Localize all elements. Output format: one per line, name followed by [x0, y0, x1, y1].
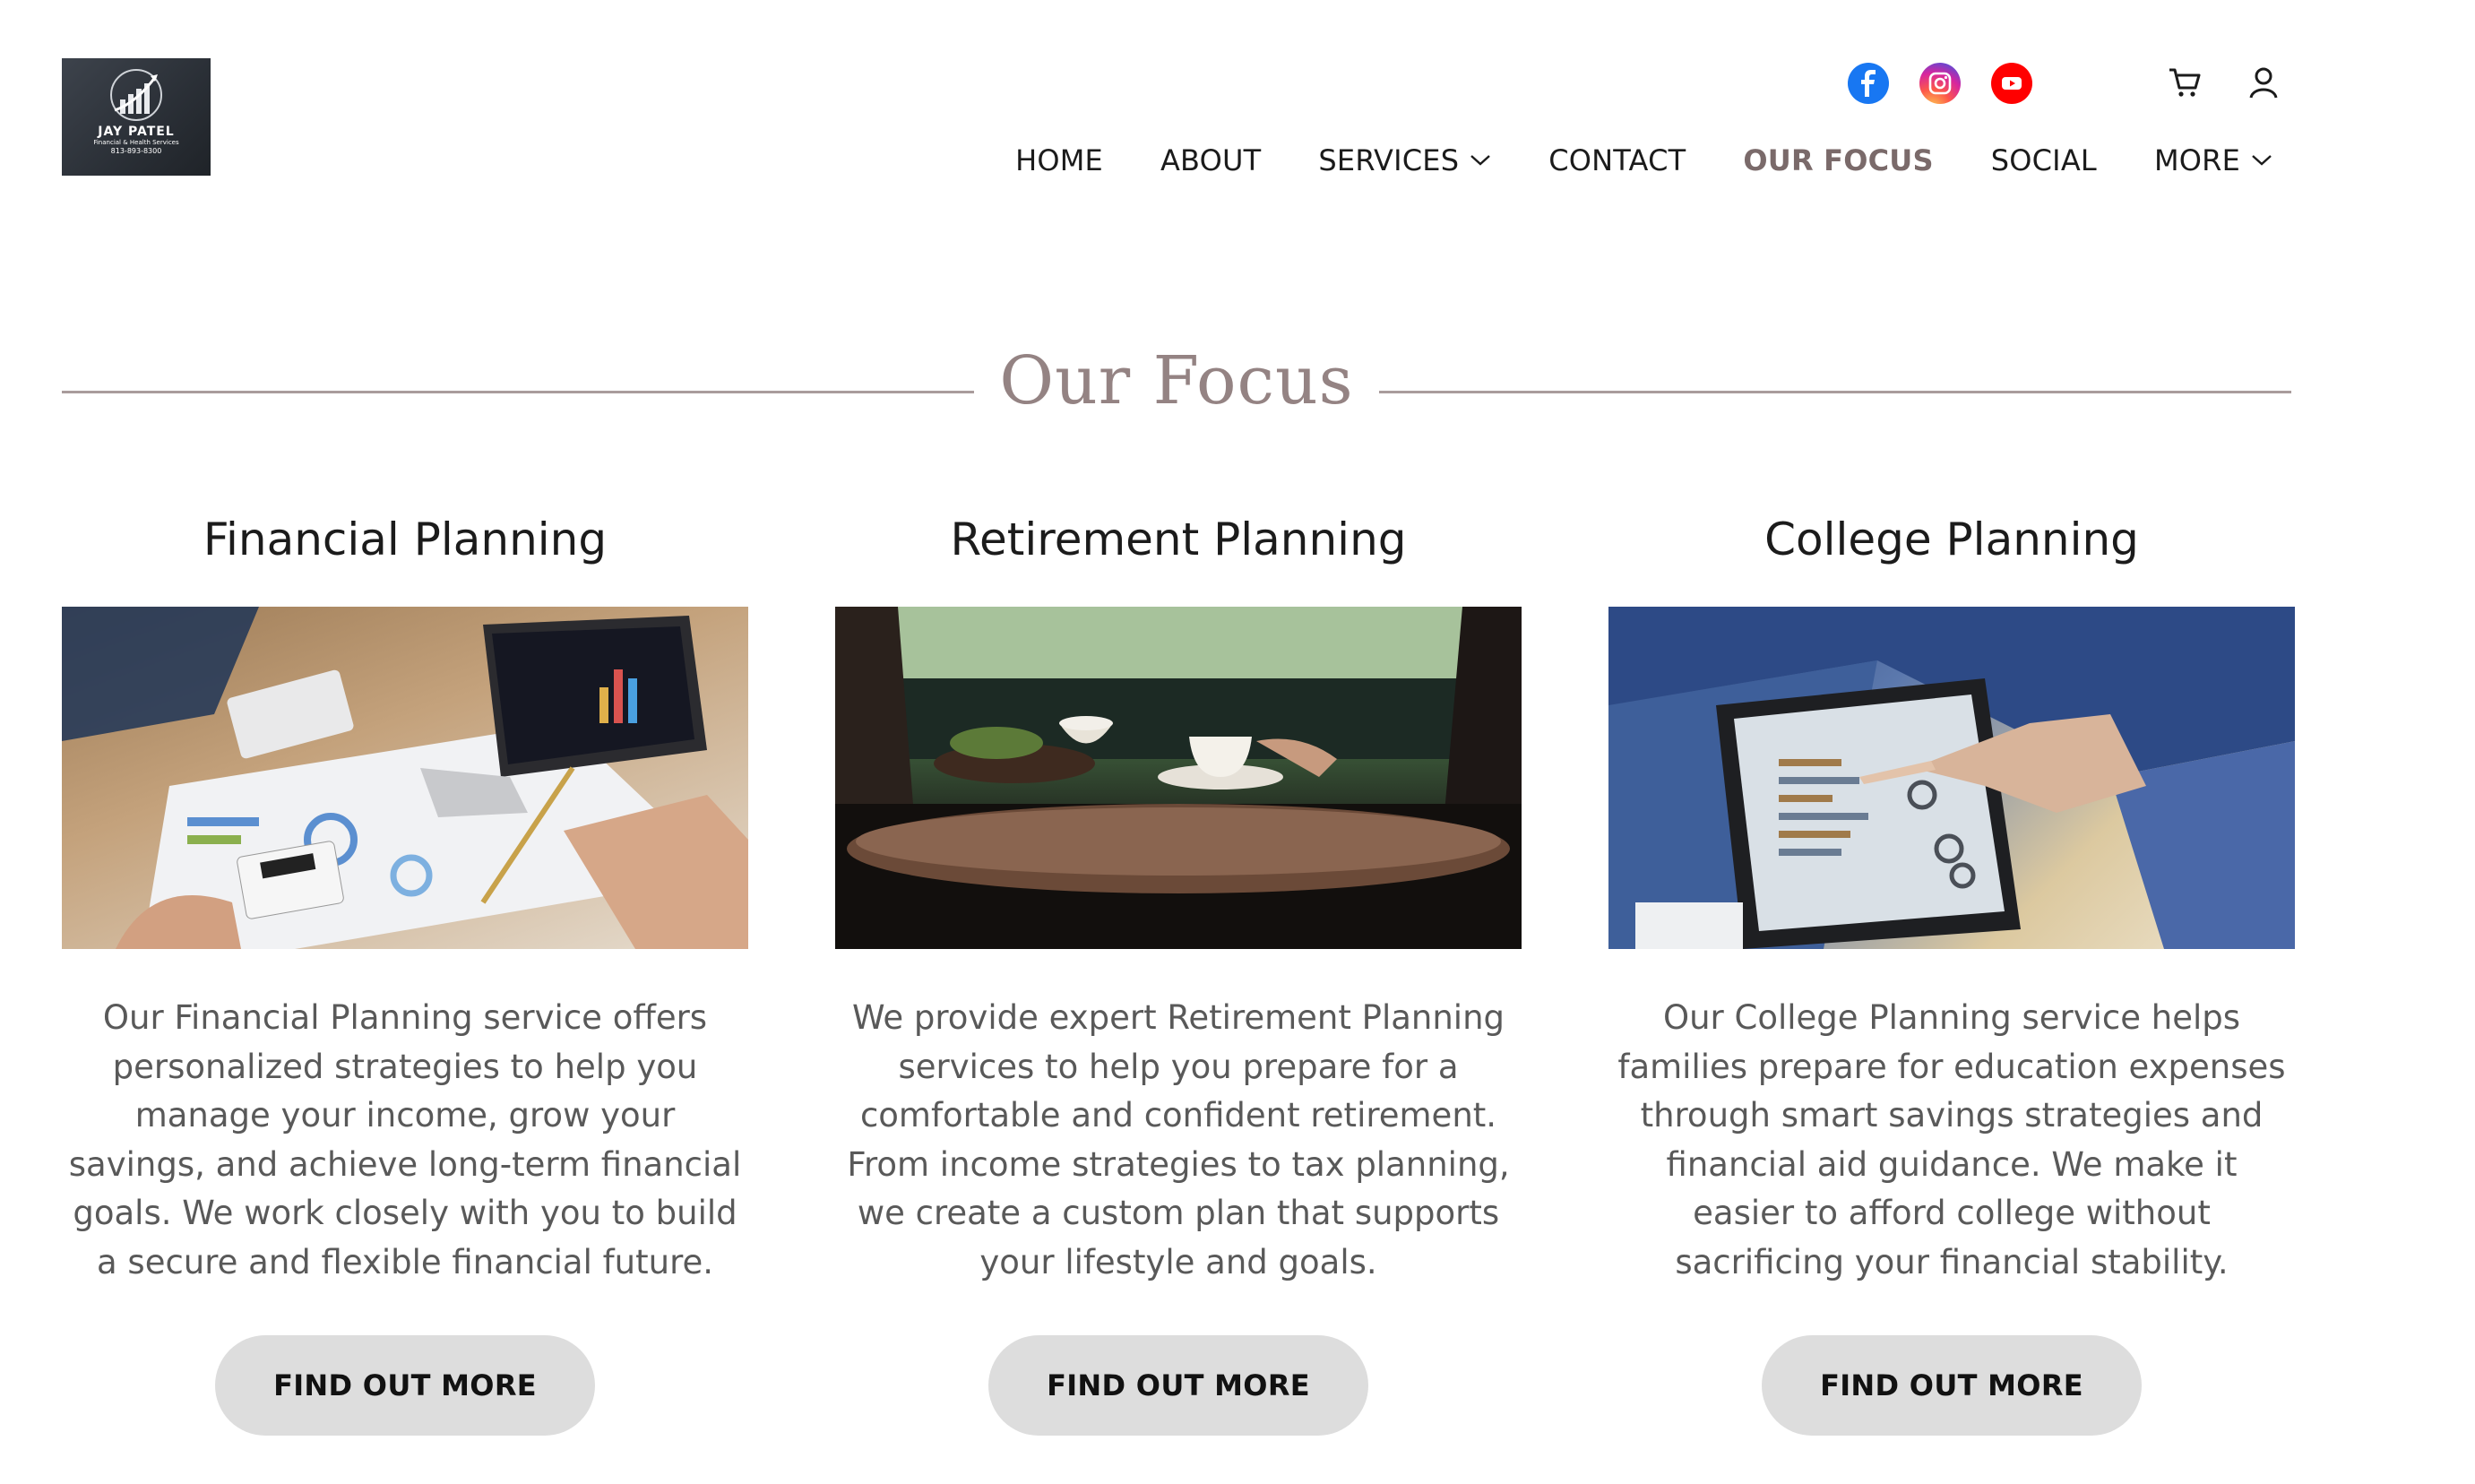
nav-social-label: SOCIAL [1990, 143, 2097, 177]
chevron-down-icon [1470, 154, 1491, 167]
nav-contact[interactable]: CONTACT [1548, 143, 1686, 177]
service-card-retirement: Retirement Planning We provide expert Re… [835, 502, 1522, 1436]
financial-planning-photo [62, 607, 748, 949]
logo-tagline: Financial & Health Services [93, 139, 179, 146]
chevron-down-icon [2251, 154, 2272, 167]
college-planning-photo [1608, 607, 2295, 949]
retirement-planning-photo [835, 607, 1522, 949]
card-title: College Planning [1764, 513, 2139, 565]
page-title: Our Focus [999, 342, 1354, 419]
card-title: Retirement Planning [950, 513, 1407, 565]
find-out-more-button[interactable]: FIND OUT MORE [988, 1335, 1368, 1436]
nav-more[interactable]: MORE [2154, 143, 2272, 177]
nav-about-label: ABOUT [1160, 143, 1262, 177]
card-description: We provide expert Retirement Planning se… [847, 998, 1510, 1281]
utility-icons [2163, 61, 2285, 104]
main-nav: HOME ABOUT SERVICES CONTACT OUR FOCUS SO… [1015, 143, 2272, 177]
nav-our-focus[interactable]: OUR FOCUS [1743, 143, 1933, 177]
nav-more-label: MORE [2153, 143, 2240, 177]
account-icon[interactable] [2242, 61, 2285, 104]
social-links [1848, 63, 2032, 104]
instagram-icon[interactable] [1919, 63, 1961, 104]
youtube-icon[interactable] [1991, 63, 2032, 104]
find-out-more-button[interactable]: FIND OUT MORE [1762, 1335, 2142, 1436]
card-description: Our College Planning service helps famil… [1617, 998, 2286, 1281]
service-card-college: College Planning Our College Planning se… [1608, 502, 2295, 1436]
card-description: Our Financial Planning service offers pe… [68, 998, 742, 1281]
logo-name: JAY PATEL [98, 125, 175, 139]
nav-services[interactable]: SERVICES [1318, 143, 1491, 177]
site-logo[interactable]: JAY PATEL Financial & Health Services 81… [62, 58, 211, 176]
nav-services-label: SERVICES [1318, 143, 1460, 177]
card-title: Financial Planning [203, 513, 608, 565]
nav-our-focus-label: OUR FOCUS [1743, 143, 1934, 177]
cart-icon[interactable] [2163, 61, 2206, 104]
nav-home[interactable]: HOME [1015, 143, 1103, 177]
nav-home-label: HOME [1015, 143, 1103, 177]
section-heading: Our Focus [62, 342, 2291, 441]
facebook-icon[interactable] [1848, 63, 1889, 104]
nav-about[interactable]: ABOUT [1160, 143, 1261, 177]
logo-phone: 813-893-8300 [110, 147, 162, 155]
find-out-more-button[interactable]: FIND OUT MORE [215, 1335, 595, 1436]
logo-chart-icon [110, 69, 162, 121]
service-card-financial: Financial Planning Our Financial Plannin… [62, 502, 748, 1436]
nav-contact-label: CONTACT [1548, 143, 1686, 177]
nav-social[interactable]: SOCIAL [1991, 143, 2097, 177]
